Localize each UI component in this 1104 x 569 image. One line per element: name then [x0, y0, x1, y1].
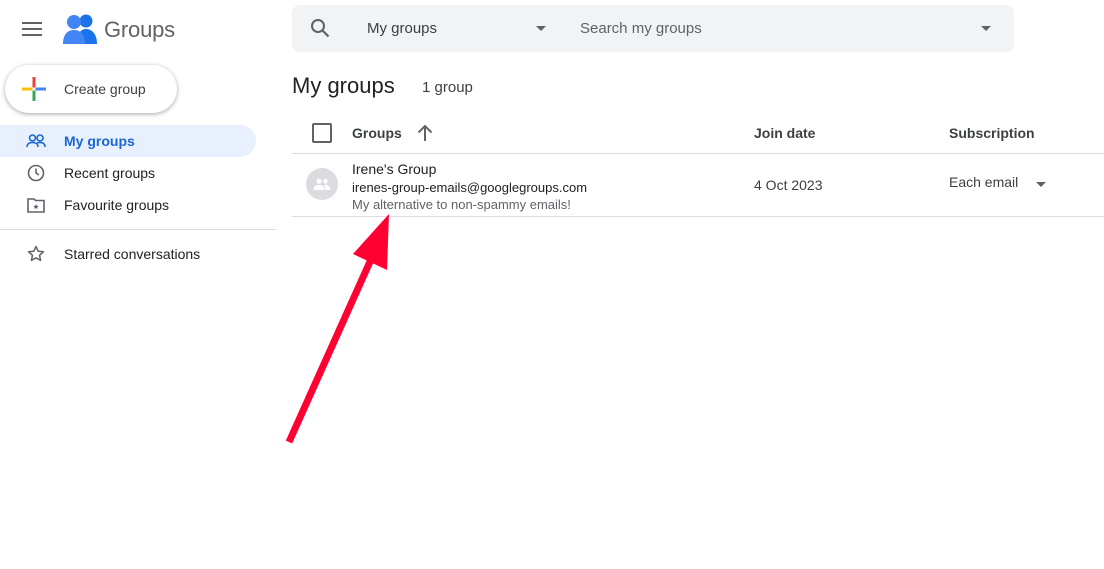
- people-icon: [313, 178, 331, 190]
- group-count: 1 group: [422, 79, 473, 96]
- search-input[interactable]: [580, 5, 960, 52]
- colorful-plus-icon: [22, 77, 46, 101]
- subscription-select[interactable]: Each email: [949, 174, 1059, 196]
- sidebar-item-label: Starred conversations: [64, 246, 201, 262]
- hamburger-menu-icon: [22, 22, 42, 36]
- sidebar-nav: My groups Recent groups Favourite groups…: [0, 125, 276, 270]
- column-header-groups[interactable]: Groups: [352, 125, 402, 141]
- column-header-join-date[interactable]: Join date: [754, 125, 815, 141]
- sidebar-divider: [0, 229, 276, 230]
- star-folder-icon: [26, 195, 46, 215]
- sidebar-item-recent-groups[interactable]: Recent groups: [0, 157, 256, 189]
- search-scope-label: My groups: [367, 20, 438, 37]
- group-name[interactable]: Irene's Group: [352, 161, 436, 177]
- subscription-value: Each email: [949, 174, 1019, 190]
- join-date: 4 Oct 2023: [754, 177, 823, 193]
- groups-logo-icon: [62, 12, 98, 49]
- clock-icon: [26, 163, 46, 183]
- create-group-label: Create group: [64, 81, 146, 97]
- people-icon: [26, 131, 46, 151]
- group-description: My alternative to non-spammy emails!: [352, 197, 571, 212]
- arrow-up-sort-icon[interactable]: [415, 123, 435, 143]
- chevron-down-icon: [536, 26, 546, 31]
- search-bar: My groups: [292, 5, 1014, 52]
- search-options-dropdown-icon[interactable]: [980, 25, 992, 32]
- sidebar-item-label: Recent groups: [64, 165, 156, 181]
- app-title[interactable]: Groups: [104, 17, 175, 43]
- sidebar-item-label: Favourite groups: [64, 197, 170, 213]
- main-menu-button[interactable]: [16, 13, 48, 45]
- column-header-subscription[interactable]: Subscription: [949, 125, 1035, 141]
- search-scope-select[interactable]: My groups: [367, 5, 553, 52]
- table-row[interactable]: Irene's Group irenes-group-emails@google…: [292, 154, 1104, 217]
- group-email: irenes-group-emails@googlegroups.com: [352, 180, 588, 195]
- sidebar-item-my-groups[interactable]: My groups: [0, 125, 256, 157]
- select-all-checkbox[interactable]: [312, 123, 332, 143]
- group-avatar: [306, 168, 338, 200]
- create-group-button[interactable]: Create group: [5, 65, 177, 113]
- sidebar-item-label: My groups: [64, 133, 135, 149]
- search-icon[interactable]: [310, 18, 330, 43]
- page-title: My groups: [292, 73, 395, 98]
- chevron-down-icon: [1036, 182, 1046, 187]
- star-outline-icon: [26, 244, 46, 264]
- table-header: Groups Join date Subscription: [292, 112, 1104, 154]
- sidebar-item-favourite-groups[interactable]: Favourite groups: [0, 189, 256, 221]
- sidebar-item-starred-conversations[interactable]: Starred conversations: [0, 238, 256, 270]
